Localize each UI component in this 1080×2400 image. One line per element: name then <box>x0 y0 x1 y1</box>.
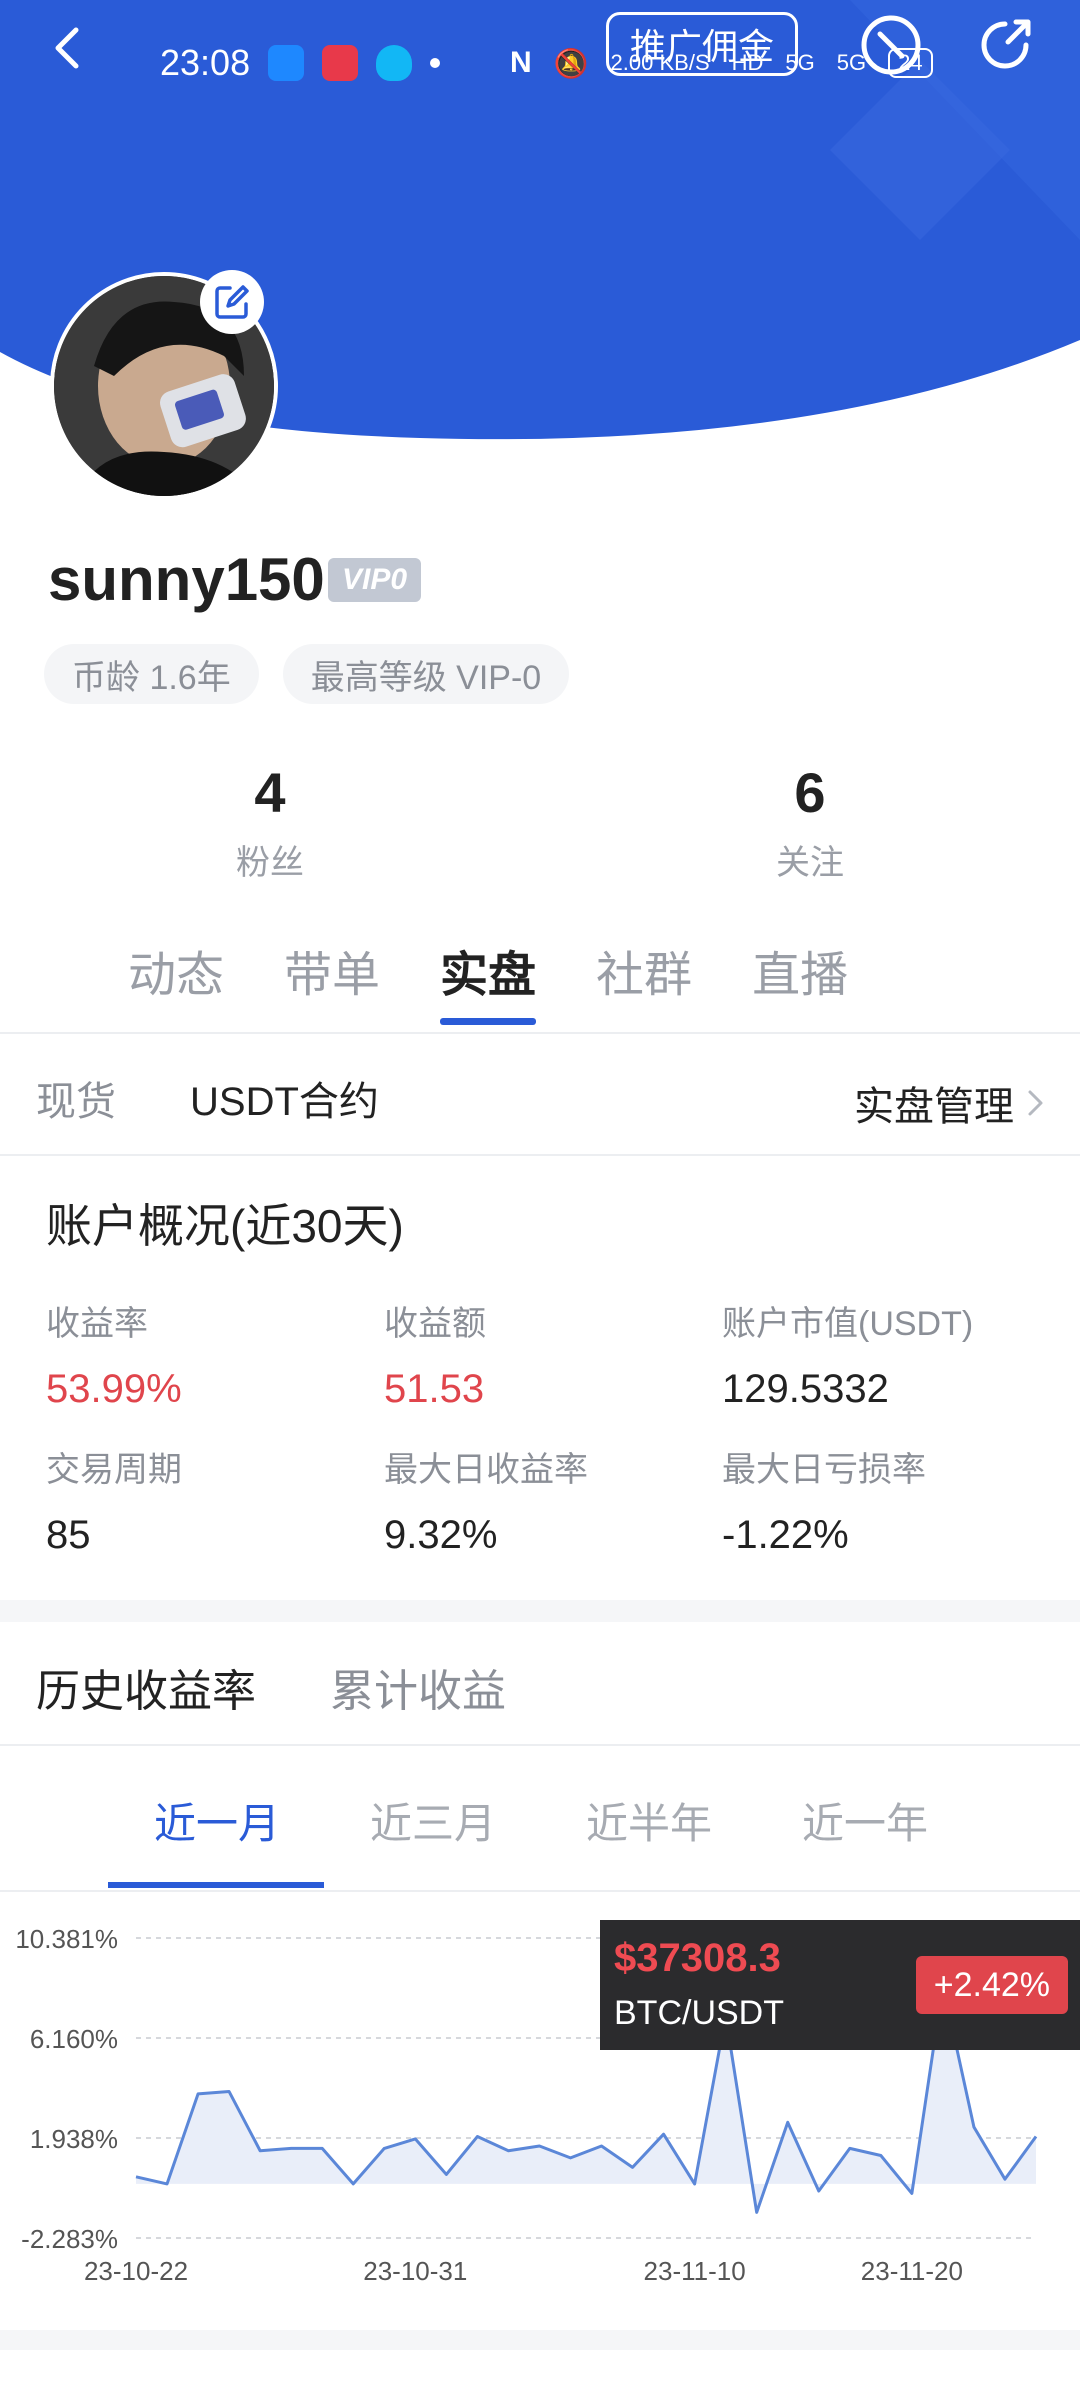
y-tick-label: 1.938% <box>30 2124 118 2154</box>
metric-trade-period: 交易周期 85 <box>46 1442 384 1558</box>
y-tick-label: -2.283% <box>21 2224 118 2254</box>
coin-age-chip: 币龄 1.6年 <box>44 644 259 704</box>
y-tick-label: 6.160% <box>30 2024 118 2054</box>
data-chart-icon[interactable] <box>858 12 924 78</box>
overview-metrics: 收益率 53.99% 收益额 51.53 账户市值(USDT) 129.5332… <box>46 1296 1046 1558</box>
x-tick-label: 23-10-31 <box>363 2256 467 2286</box>
price-tooltip: $37308.3 BTC/USDT +2.42% <box>600 1920 1080 2050</box>
metric-max-daily-gain: 最大日收益率 9.32% <box>384 1442 722 1558</box>
edit-icon <box>215 285 249 319</box>
nfc-icon: N <box>510 46 532 79</box>
period-active-indicator <box>108 1882 324 1888</box>
follow-stats: 4 粉丝 6 关注 <box>0 760 1080 884</box>
metric-value: 53.99% <box>46 1367 182 1411</box>
vip-badge: VIP0 <box>328 558 422 602</box>
metric-label: 收益率 <box>46 1305 148 1343</box>
notification-dot-icon <box>430 58 441 68</box>
following-count: 6 <box>794 761 826 824</box>
metric-value: 129.5332 <box>722 1367 889 1411</box>
section-separator <box>0 1600 1080 1622</box>
metric-label: 最大日亏损率 <box>722 1451 926 1489</box>
tab-history-return-rate[interactable]: 历史收益率 <box>36 1655 256 1719</box>
mute-icon: 🔕 <box>553 47 589 79</box>
tooltip-price: $37308.3 <box>614 1936 781 1980</box>
period-3-months[interactable]: 近三月 <box>324 1790 540 1886</box>
tab-posts[interactable]: 动态 <box>128 935 224 1025</box>
followers-count: 4 <box>254 761 286 824</box>
x-tick-label: 23-11-10 <box>644 2256 746 2286</box>
history-tabs: 历史收益率 累计收益 <box>36 1655 506 1719</box>
metric-value: 51.53 <box>384 1367 485 1411</box>
subtabs-divider <box>0 1154 1080 1156</box>
metric-max-daily-loss: 最大日亏损率 -1.22% <box>722 1442 1046 1558</box>
tooltip-pair: BTC/USDT <box>614 1994 784 2032</box>
account-overview-title: 账户概况(近30天) <box>46 1200 404 1252</box>
metric-label: 最大日收益率 <box>384 1451 588 1489</box>
tab-live-account[interactable]: 实盘 <box>440 935 537 1025</box>
max-level-chip: 最高等级 VIP-0 <box>282 644 570 704</box>
period-1-year[interactable]: 近一年 <box>756 1790 972 1886</box>
metric-profit: 收益额 51.53 <box>384 1296 722 1412</box>
metric-label: 收益额 <box>384 1305 486 1343</box>
periods-divider <box>0 1890 1080 1892</box>
followers-label: 粉丝 <box>236 844 304 882</box>
following-label: 关注 <box>776 844 844 882</box>
profile-tabs: 动态 带单 实盘 社群 直播 <box>128 935 848 1025</box>
following-stat[interactable]: 6 关注 <box>540 760 1080 884</box>
followers-stat[interactable]: 4 粉丝 <box>0 760 540 884</box>
period-selector: 近一月 近三月 近半年 近一年 <box>108 1790 972 1886</box>
status-time: 23:08 <box>160 42 251 83</box>
share-icon[interactable] <box>972 12 1038 78</box>
tabs-divider <box>0 1032 1080 1034</box>
period-1-month[interactable]: 近一月 <box>108 1790 324 1886</box>
tooltip-change-badge: +2.42% <box>915 1956 1068 2014</box>
username: sunny150 <box>48 546 325 613</box>
history-tabs-divider <box>0 1744 1080 1746</box>
app-notification-icon <box>268 45 305 81</box>
tab-livestream[interactable]: 直播 <box>752 935 848 1025</box>
subtab-spot[interactable]: 现货 <box>36 1069 116 1127</box>
profile-chips: 币龄 1.6年 最高等级 VIP-0 <box>44 644 570 704</box>
tab-community[interactable]: 社群 <box>596 935 692 1025</box>
account-subtabs: 现货 USDT合约 实盘管理 <box>36 1068 1046 1129</box>
bottom-separator <box>0 2330 1080 2350</box>
live-account-manage-link[interactable]: 实盘管理 <box>854 1074 1046 1132</box>
news-app-icon <box>322 45 359 81</box>
metric-value: 9.32% <box>384 1513 498 1557</box>
metric-value: -1.22% <box>722 1513 849 1557</box>
metric-market-value: 账户市值(USDT) 129.5332 <box>722 1296 1046 1412</box>
back-arrow-icon[interactable] <box>40 18 100 78</box>
x-tick-label: 23-11-20 <box>861 2256 963 2286</box>
manage-label: 实盘管理 <box>854 1085 1014 1129</box>
tab-cumulative-profit[interactable]: 累计收益 <box>330 1655 506 1719</box>
tab-copy-trading[interactable]: 带单 <box>284 935 380 1025</box>
subtab-usdt-contract[interactable]: USDT合约 <box>190 1069 379 1127</box>
edit-profile-button[interactable] <box>200 270 264 334</box>
metric-label: 交易周期 <box>46 1451 182 1489</box>
y-tick-label: 10.381% <box>15 1924 118 1954</box>
metric-label: 账户市值(USDT) <box>722 1305 974 1343</box>
metric-value: 85 <box>46 1513 91 1557</box>
period-half-year[interactable]: 近半年 <box>540 1790 756 1886</box>
chevron-right-icon <box>1028 1090 1043 1116</box>
status-bar: 23:08 <box>160 42 441 84</box>
metric-return-rate: 收益率 53.99% <box>46 1296 384 1412</box>
x-tick-label: 23-10-22 <box>84 2256 188 2286</box>
qq-icon <box>376 45 413 81</box>
promo-commission-button[interactable]: 推广佣金 <box>606 12 798 76</box>
